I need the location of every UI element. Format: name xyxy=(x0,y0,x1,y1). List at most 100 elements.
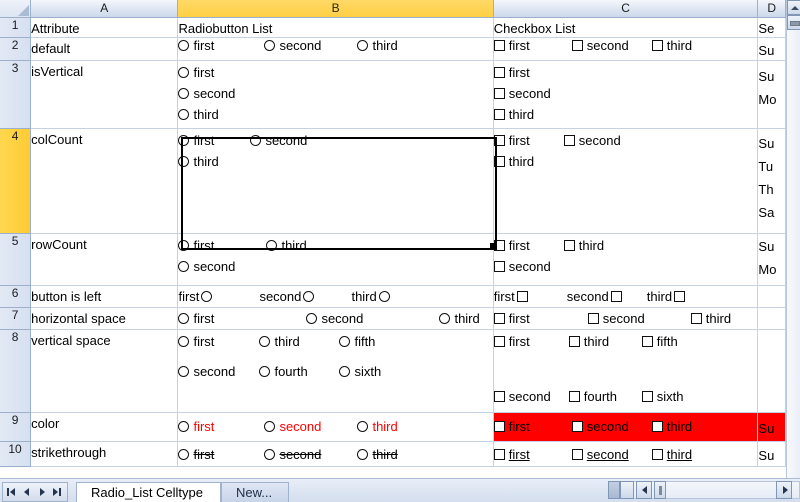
cell-b9[interactable]: first second third xyxy=(177,412,494,442)
checkbox-icon[interactable] xyxy=(493,449,505,460)
row-header-7[interactable]: 7 xyxy=(0,307,32,330)
checkbox-item[interactable]: second xyxy=(571,419,652,434)
checkbox-icon[interactable] xyxy=(493,67,505,78)
radio-item[interactable]: second xyxy=(178,259,492,280)
checkbox-item[interactable]: sixth xyxy=(641,389,684,404)
radio-icon[interactable] xyxy=(264,421,276,432)
checkbox-icon[interactable] xyxy=(493,109,505,120)
radio-item[interactable]: sixth xyxy=(339,364,381,379)
checkbox-icon[interactable] xyxy=(568,391,580,402)
cell-c2[interactable]: first second third xyxy=(493,37,759,61)
cell-a5[interactable]: rowCount xyxy=(30,233,179,286)
cell-c8[interactable]: first third fifth second fourth sixth xyxy=(493,329,759,413)
row-header-1[interactable]: 1 xyxy=(0,17,32,38)
row-header-2[interactable]: 2 xyxy=(0,37,32,61)
checkbox-item[interactable]: second xyxy=(493,259,757,280)
radio-item[interactable]: third xyxy=(266,238,307,253)
sheet-navigation-buttons[interactable] xyxy=(2,482,68,502)
radio-icon[interactable] xyxy=(306,313,318,324)
checkbox-icon[interactable] xyxy=(493,336,505,347)
cell-a6[interactable]: button is left xyxy=(30,285,179,308)
checkbox-item[interactable]: second xyxy=(493,389,569,404)
radio-icon[interactable] xyxy=(178,156,190,167)
prev-sheet-icon[interactable] xyxy=(21,485,34,499)
radio-icon[interactable] xyxy=(178,449,190,460)
cell-c7[interactable]: first second third xyxy=(493,307,759,330)
checkbox-icon[interactable] xyxy=(571,40,583,51)
radio-item[interactable]: first xyxy=(178,133,250,154)
cell-a2[interactable]: default xyxy=(30,37,179,61)
horizontal-scroll-split[interactable] xyxy=(620,481,634,499)
radio-item[interactable]: second xyxy=(259,289,351,304)
checkbox-item[interactable]: third xyxy=(651,38,692,53)
column-header-d[interactable]: D xyxy=(757,0,786,18)
checkbox-icon[interactable] xyxy=(651,40,663,51)
checkbox-icon[interactable] xyxy=(690,313,702,324)
checkbox-icon[interactable] xyxy=(493,135,505,146)
cell-c1[interactable]: Checkbox List xyxy=(493,17,759,38)
cell-a4[interactable]: colCount xyxy=(30,128,179,234)
checkbox-item[interactable]: first xyxy=(493,65,757,86)
checkbox-item[interactable]: second xyxy=(493,86,757,107)
checkbox-item[interactable]: first xyxy=(493,238,564,259)
radio-item[interactable]: fourth xyxy=(259,364,339,379)
checkbox-item[interactable]: first xyxy=(493,311,588,326)
radio-item[interactable]: first xyxy=(178,447,264,462)
cell-c9[interactable]: first second third xyxy=(493,412,759,442)
radio-item[interactable]: first xyxy=(178,334,259,349)
fill-handle[interactable] xyxy=(490,243,496,249)
checkbox-item[interactable]: second xyxy=(567,289,647,304)
checkbox-icon[interactable] xyxy=(493,313,505,324)
cell-c10[interactable]: first second third xyxy=(493,441,759,467)
vertical-scroll-thumb[interactable] xyxy=(787,15,800,30)
column-header-a[interactable]: A xyxy=(30,0,179,18)
row-header-8[interactable]: 8 xyxy=(0,329,32,413)
radio-icon[interactable] xyxy=(259,366,271,377)
cell-b5[interactable]: first third second xyxy=(177,233,494,286)
checkbox-icon[interactable] xyxy=(674,291,686,302)
select-all-corner[interactable] xyxy=(0,0,32,18)
row-header-3[interactable]: 3 xyxy=(0,60,32,129)
last-sheet-icon[interactable] xyxy=(51,485,64,499)
horizontal-scrollbar[interactable] xyxy=(608,478,800,502)
checkbox-icon[interactable] xyxy=(651,421,663,432)
radio-item[interactable]: third xyxy=(357,38,398,53)
checkbox-item[interactable]: third xyxy=(493,154,757,175)
column-header-c[interactable]: C xyxy=(493,0,759,18)
scroll-right-button[interactable] xyxy=(776,481,792,499)
checkbox-icon[interactable] xyxy=(610,291,622,302)
checkbox-item[interactable]: first xyxy=(493,419,572,434)
radio-item[interactable]: first xyxy=(178,238,266,259)
checkbox-item[interactable]: fifth xyxy=(641,334,678,349)
radio-item[interactable]: third xyxy=(439,311,480,326)
cell-c5[interactable]: first third second xyxy=(493,233,759,286)
radio-icon[interactable] xyxy=(178,67,190,78)
checkbox-item[interactable]: third xyxy=(690,311,731,326)
checkbox-item[interactable]: second xyxy=(571,447,652,462)
checkbox-item[interactable]: third xyxy=(647,289,686,304)
cell-a10[interactable]: strikethrough xyxy=(30,441,179,467)
checkbox-item[interactable]: second xyxy=(571,38,652,53)
checkbox-icon[interactable] xyxy=(516,291,528,302)
radio-item[interactable]: second xyxy=(306,311,439,326)
checkbox-icon[interactable] xyxy=(563,240,575,251)
row-header-10[interactable]: 10 xyxy=(0,441,32,467)
radio-item[interactable]: first xyxy=(178,289,259,304)
radio-icon[interactable] xyxy=(178,313,190,324)
cell-d7[interactable] xyxy=(757,307,786,330)
cell-b7[interactable]: first second third xyxy=(177,307,494,330)
cell-b8[interactable]: first third fifth second fourth sixth xyxy=(177,329,494,413)
cell-d9[interactable]: Su xyxy=(757,412,786,442)
cell-d5[interactable]: Su Mo xyxy=(757,233,786,286)
radio-item[interactable]: third xyxy=(178,154,492,175)
radio-item[interactable]: third xyxy=(259,334,339,349)
radio-icon[interactable] xyxy=(303,291,315,302)
checkbox-item[interactable]: fourth xyxy=(568,389,642,404)
checkbox-item[interactable]: second xyxy=(563,133,621,148)
radio-item[interactable]: second xyxy=(264,419,357,434)
checkbox-icon[interactable] xyxy=(571,421,583,432)
radio-item[interactable]: third xyxy=(357,447,398,462)
cell-b2[interactable]: first second third xyxy=(177,37,494,61)
radio-icon[interactable] xyxy=(178,135,190,146)
radio-icon[interactable] xyxy=(266,240,278,251)
